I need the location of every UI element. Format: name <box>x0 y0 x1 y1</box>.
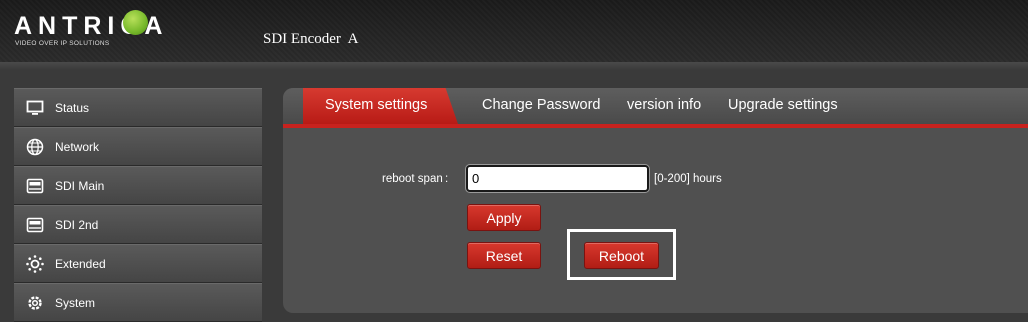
reboot-span-hint: [0-200] hours <box>654 173 722 185</box>
sidebar-item-sdi-2nd[interactable]: SDI 2nd <box>14 205 262 244</box>
apply-button[interactable]: Apply <box>467 204 541 231</box>
sidebar-item-extended[interactable]: Extended <box>14 244 262 283</box>
tab-label: System settings <box>325 97 428 113</box>
sidebar-item-label: Extended <box>55 256 106 271</box>
tab-upgrade-settings[interactable]: Upgrade settings <box>728 97 838 113</box>
sidebar-item-label: SDI Main <box>55 178 105 193</box>
tab-underline <box>283 124 1028 128</box>
sidebar: Status Network SDI Main SDI 2nd Extended… <box>14 88 262 322</box>
tab-bar: System settings Change Password version … <box>283 88 1028 124</box>
sidebar-item-label: System <box>55 295 96 310</box>
sidebar-item-network[interactable]: Network <box>14 127 262 166</box>
reboot-span-label: reboot span <box>382 173 443 185</box>
reboot-button[interactable]: Reboot <box>584 242 659 269</box>
logo-ball-icon <box>123 10 148 35</box>
sidebar-item-system[interactable]: System <box>14 283 262 322</box>
sidebar-item-sdi-main[interactable]: SDI Main <box>14 166 262 205</box>
globe-icon <box>25 137 45 157</box>
tab-system-settings[interactable]: System settings <box>303 88 458 124</box>
hard-drive-icon <box>25 215 45 235</box>
antrica-logo: ANTRICA VIDEO OVER IP SOLUTIONS <box>14 8 184 52</box>
header: ANTRICA VIDEO OVER IP SOLUTIONS SDI Enco… <box>0 0 1028 62</box>
sidebar-item-label: Network <box>55 139 100 154</box>
gear-dotted-icon <box>25 254 45 274</box>
tab-version-info[interactable]: version info <box>627 97 701 113</box>
tab-change-password[interactable]: Change Password <box>482 97 601 113</box>
reset-button[interactable]: Reset <box>467 242 541 269</box>
settings-panel: System settings Change Password version … <box>283 88 1028 313</box>
hard-drive-icon <box>25 176 45 196</box>
header-divider <box>0 62 1028 70</box>
reboot-span-colon: : <box>445 173 449 185</box>
logo-tagline: VIDEO OVER IP SOLUTIONS <box>15 40 110 47</box>
device-name: SDI Encoder A <box>263 31 359 47</box>
sidebar-item-label: Status <box>55 100 90 115</box>
reboot-span-input[interactable] <box>466 165 649 192</box>
sidebar-item-label: SDI 2nd <box>55 217 99 232</box>
monitor-icon <box>25 98 45 118</box>
sidebar-item-status[interactable]: Status <box>14 88 262 127</box>
gear-icon <box>25 293 45 313</box>
